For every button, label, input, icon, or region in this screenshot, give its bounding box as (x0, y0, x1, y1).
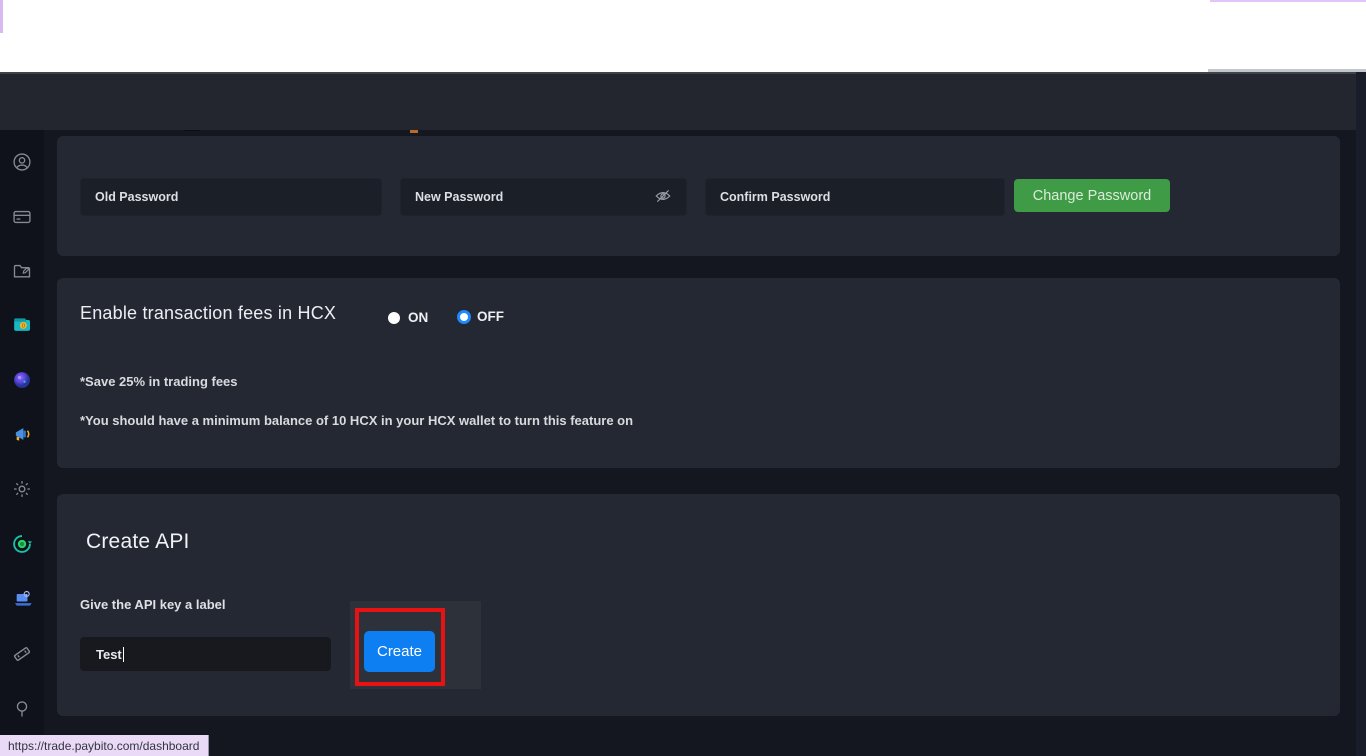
on-label: ON (408, 310, 428, 325)
top-navbar (0, 72, 1366, 130)
sidebar-item-cards[interactable] (12, 207, 32, 227)
user-profile-icon (12, 159, 32, 176)
fees-note-2: *You should have a minimum balance of 10… (80, 413, 633, 428)
top-edge-accent (1210, 0, 1366, 2)
gear-icon (12, 486, 32, 503)
tag-icon (12, 651, 32, 668)
sidebar-item-wallet[interactable]: 0 (12, 315, 32, 335)
api-key-value: Test (96, 647, 122, 662)
left-edge-accent (0, 0, 3, 33)
new-password-placeholder: New Password (415, 190, 503, 204)
sidebar-item-markets[interactable] (12, 370, 32, 390)
globe-icon (12, 377, 32, 394)
navbar-top-gray-strip (1208, 69, 1366, 72)
sidebar-item-referral[interactable] (12, 644, 32, 664)
sidebar-item-support[interactable] (12, 699, 32, 719)
create-api-button[interactable]: Create (364, 631, 435, 672)
folder-edit-icon (12, 268, 32, 285)
text-cursor (123, 647, 125, 662)
change-password-button[interactable]: Change Password (1014, 179, 1170, 212)
off-label: OFF (477, 309, 504, 324)
api-key-input[interactable]: Test (80, 637, 331, 671)
create-api-panel (57, 494, 1340, 716)
sidebar-item-settings[interactable] (12, 479, 32, 499)
fees-note-1: *Save 25% in trading fees (80, 374, 238, 389)
fees-off-radio[interactable]: OFF (457, 309, 504, 324)
sidebar-item-rewards[interactable] (12, 534, 32, 554)
status-bar-url: https://trade.paybito.com/dashboard (0, 735, 209, 756)
sidebar-item-profile[interactable] (12, 152, 32, 172)
radio-off-icon[interactable] (457, 310, 471, 324)
sidebar-item-devices[interactable] (12, 589, 32, 609)
pin-icon (12, 706, 32, 723)
screenshot-root: Basic Spot OTC Futures Options (0, 0, 1366, 756)
eye-off-icon[interactable] (654, 187, 672, 208)
coin-refresh-icon (12, 541, 32, 558)
radio-on-icon[interactable] (388, 312, 400, 324)
confirm-password-placeholder: Confirm Password (720, 190, 830, 204)
new-password-input[interactable]: New Password (400, 178, 687, 216)
old-password-placeholder: Old Password (95, 190, 178, 204)
clipped-icon-fragment (410, 130, 418, 133)
fees-title: Enable transaction fees in HCX (80, 303, 336, 324)
megaphone-icon (12, 431, 33, 448)
scrollbar-gap (1346, 130, 1356, 756)
create-api-title: Create API (86, 530, 190, 554)
sidebar-item-portfolio[interactable] (12, 261, 32, 281)
api-key-label: Give the API key a label (80, 597, 225, 612)
credit-card-icon (12, 214, 32, 231)
vertical-scrollbar[interactable] (1356, 72, 1366, 756)
fees-on-radio[interactable]: ON (388, 310, 428, 325)
old-password-input[interactable]: Old Password (80, 178, 382, 216)
wallet-icon: 0 (12, 322, 33, 339)
sidebar-item-announcements[interactable] (12, 424, 32, 444)
laptop-icon (12, 596, 33, 613)
confirm-password-input[interactable]: Confirm Password (705, 178, 1005, 216)
